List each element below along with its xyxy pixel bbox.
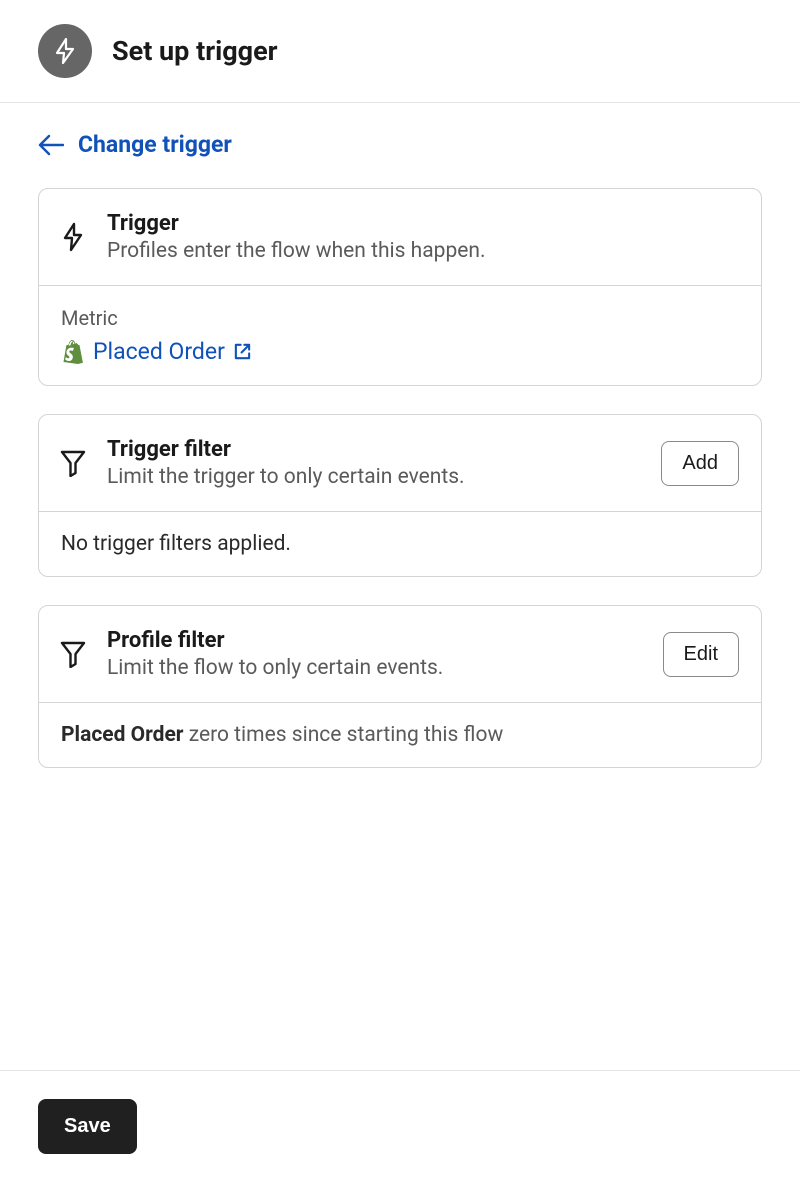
profile-filter-body: Placed Order zero times since starting t…: [39, 702, 761, 767]
trigger-card: Trigger Profiles enter the flow when thi…: [38, 188, 762, 386]
content-area: Change trigger Trigger Profiles enter th…: [0, 103, 800, 1070]
metric-link-text: Placed Order: [93, 338, 225, 365]
profile-filter-card: Profile filter Limit the flow to only ce…: [38, 605, 762, 768]
trigger-filter-title: Trigger filter: [107, 437, 643, 462]
footer: Save: [0, 1070, 800, 1182]
trigger-filter-body: No trigger filters applied.: [39, 511, 761, 576]
trigger-filter-subtitle: Limit the trigger to only certain events…: [107, 465, 643, 489]
profile-filter-icon: [57, 640, 89, 668]
change-trigger-link[interactable]: Change trigger: [38, 131, 762, 158]
save-button[interactable]: Save: [38, 1099, 137, 1154]
trigger-filter-card-header: Trigger filter Limit the trigger to only…: [39, 415, 761, 511]
profile-filter-body-bold: Placed Order: [61, 723, 183, 747]
bolt-icon: [53, 37, 77, 65]
profile-filter-body-rest: zero times since starting this flow: [183, 723, 503, 747]
profile-filter-title: Profile filter: [107, 628, 645, 653]
metric-link[interactable]: Placed Order: [93, 338, 252, 365]
metric-label: Metric: [61, 306, 739, 330]
add-button[interactable]: Add: [661, 441, 739, 486]
external-link-icon: [233, 342, 252, 361]
header-bolt-icon-wrapper: [38, 24, 92, 78]
trigger-card-titles: Trigger Profiles enter the flow when thi…: [107, 211, 739, 263]
trigger-card-subtitle: Profiles enter the flow when this happen…: [107, 239, 739, 263]
page-title: Set up trigger: [112, 35, 278, 67]
page-header: Set up trigger: [0, 0, 800, 103]
profile-filter-titles: Profile filter Limit the flow to only ce…: [107, 628, 645, 680]
trigger-filter-titles: Trigger filter Limit the trigger to only…: [107, 437, 643, 489]
shopify-icon: [61, 340, 83, 364]
trigger-filter-icon: [57, 449, 89, 477]
trigger-card-icon: [57, 222, 89, 252]
trigger-card-header: Trigger Profiles enter the flow when thi…: [39, 189, 761, 285]
metric-row: Placed Order: [61, 338, 739, 365]
funnel-icon: [60, 640, 86, 668]
change-trigger-label: Change trigger: [78, 131, 232, 158]
bolt-icon: [61, 222, 85, 252]
profile-filter-subtitle: Limit the flow to only certain events.: [107, 656, 645, 680]
arrow-left-icon: [38, 134, 64, 156]
funnel-icon: [60, 449, 86, 477]
profile-filter-card-header: Profile filter Limit the flow to only ce…: [39, 606, 761, 702]
trigger-filter-body-text: No trigger filters applied.: [61, 532, 291, 556]
trigger-filter-card: Trigger filter Limit the trigger to only…: [38, 414, 762, 577]
edit-button[interactable]: Edit: [663, 632, 739, 677]
trigger-card-title: Trigger: [107, 211, 739, 236]
trigger-card-body: Metric Placed Order: [39, 285, 761, 385]
